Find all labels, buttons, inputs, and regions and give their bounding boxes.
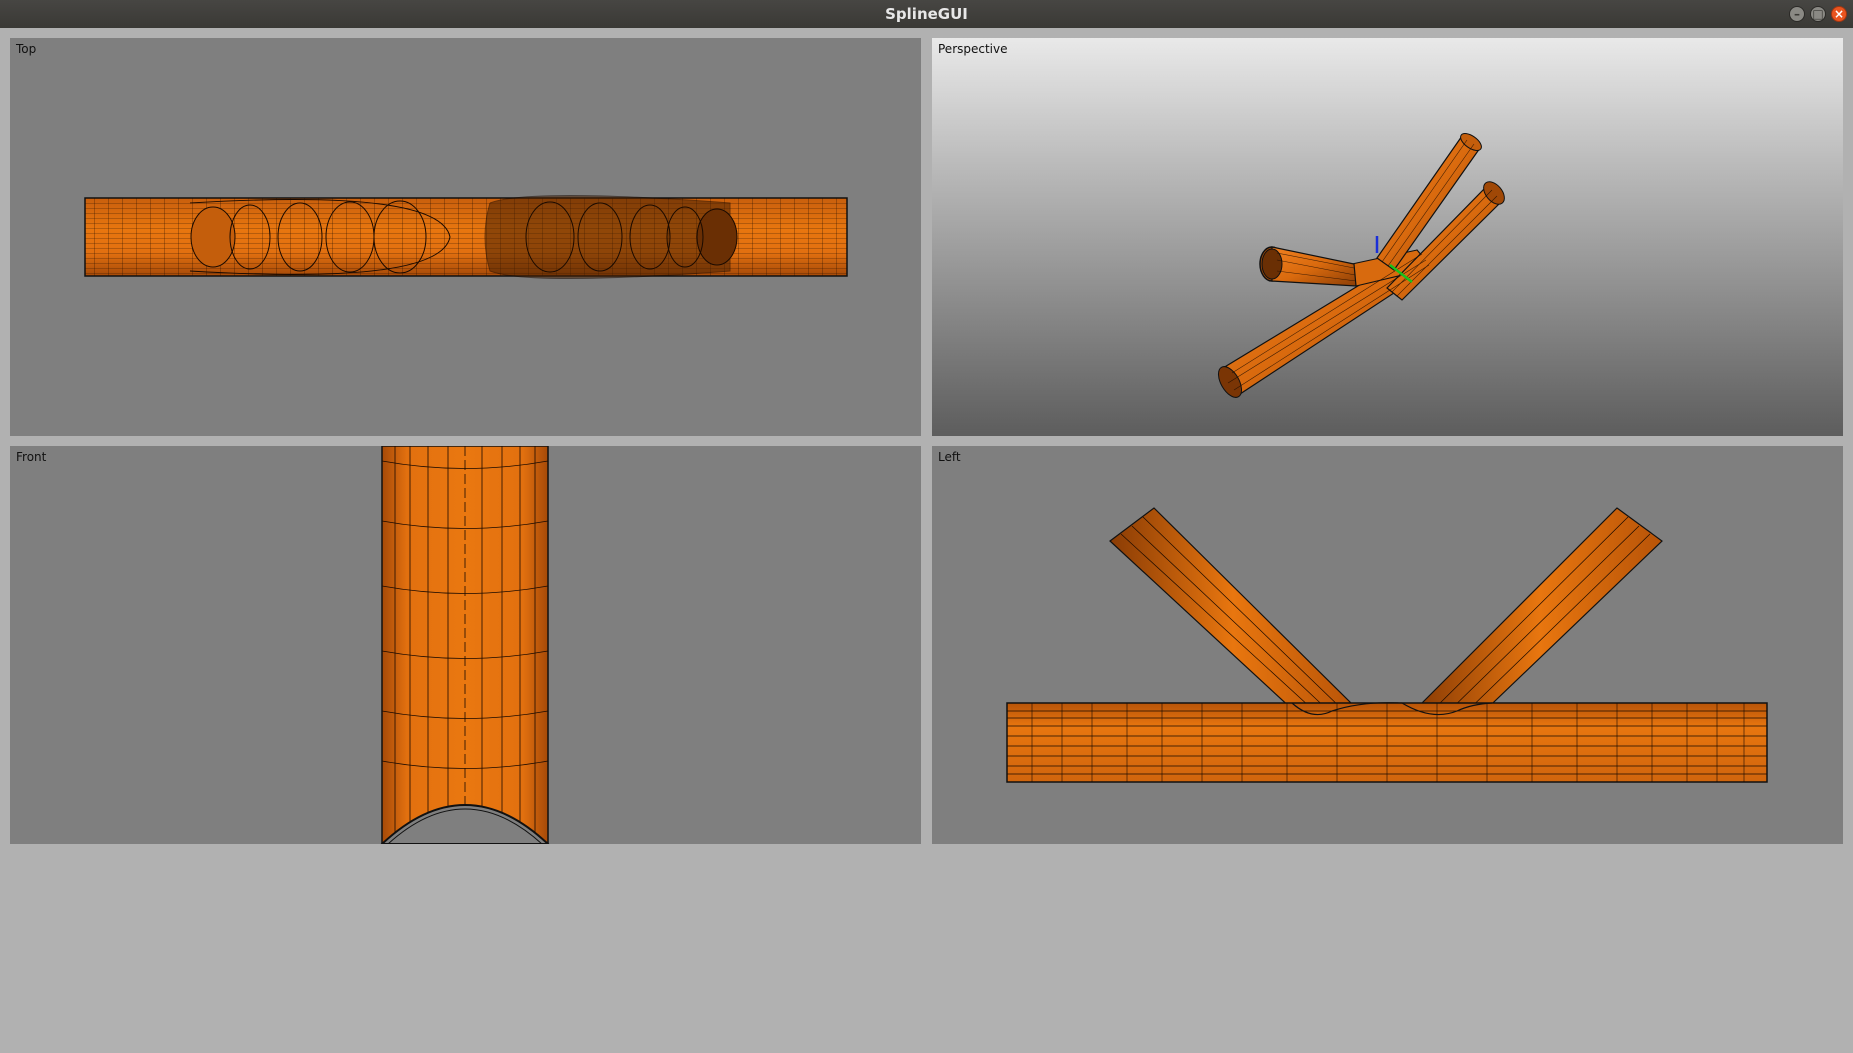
window-title: SplineGUI <box>885 5 968 23</box>
close-icon: × <box>1833 7 1845 21</box>
title-bar: SplineGUI – □ × <box>0 0 1853 28</box>
viewport-top[interactable]: Top <box>10 38 921 436</box>
maximize-button[interactable]: □ <box>1810 6 1826 22</box>
viewport-label-perspective: Perspective <box>938 42 1008 56</box>
close-button[interactable]: × <box>1831 6 1847 22</box>
viewport-label-front: Front <box>16 450 47 464</box>
minimize-button[interactable]: – <box>1789 6 1805 22</box>
top-view-scene <box>84 195 848 279</box>
left-branch-left <box>1109 507 1358 724</box>
empty-panel-area <box>0 853 1853 1053</box>
viewport-front[interactable]: Front <box>10 446 921 844</box>
minimize-icon: – <box>1794 7 1800 21</box>
maximize-icon: □ <box>1812 7 1824 21</box>
front-view-scene <box>380 446 550 844</box>
left-branch-right <box>1415 507 1663 724</box>
viewport-perspective[interactable]: Perspective <box>932 38 1843 436</box>
left-view-scene <box>1006 507 1768 783</box>
left-base-tube <box>1006 702 1768 783</box>
perspective-view-scene <box>1217 133 1505 398</box>
front-vertical-tube <box>380 446 550 844</box>
viewport-label-top: Top <box>16 42 37 56</box>
viewport-label-left: Left <box>938 450 961 464</box>
viewport-left[interactable]: Left <box>932 446 1843 844</box>
